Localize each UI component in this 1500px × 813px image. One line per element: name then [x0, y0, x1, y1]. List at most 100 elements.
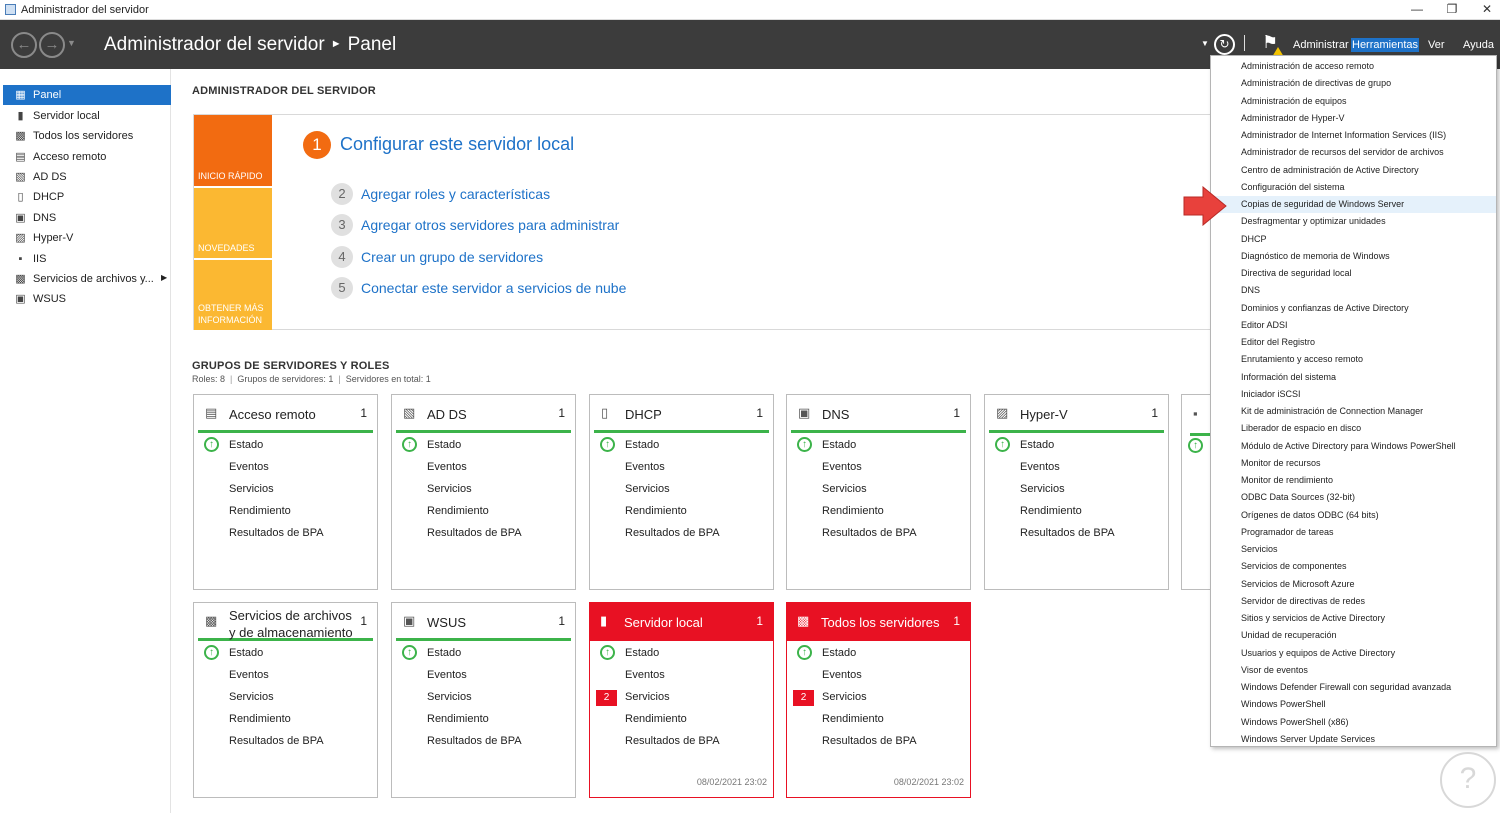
role-card-row-eventos[interactable]: Eventos: [229, 461, 269, 473]
sidebar-item-acceso-remoto[interactable]: ▤ Acceso remoto: [3, 147, 171, 167]
tools-menu-item[interactable]: Orígenes de datos ODBC (64 bits): [1211, 507, 1496, 524]
role-card-row-eventos[interactable]: Eventos: [229, 669, 269, 681]
role-card-row-rendimiento[interactable]: Rendimiento: [229, 713, 291, 725]
role-card-row-servicios[interactable]: Servicios: [625, 483, 670, 495]
role-card[interactable]: ▩ Todos los servidores 1 Estado Eventos Servi…: [786, 602, 971, 798]
menu-herramientas[interactable]: Herramientas: [1351, 38, 1420, 52]
role-card-row-rendimiento[interactable]: Rendimiento: [427, 713, 489, 725]
role-card-row-bpa[interactable]: Resultados de BPA: [822, 527, 917, 539]
refresh-icon[interactable]: ↻: [1214, 34, 1235, 55]
tools-menu-item[interactable]: Windows Server Update Services: [1211, 731, 1496, 748]
tile-inicio-rapido[interactable]: INICIO RÁPIDO: [194, 115, 272, 186]
role-card-row-estado[interactable]: Estado: [229, 439, 263, 451]
role-card-row-estado[interactable]: Estado: [1020, 439, 1054, 451]
role-card[interactable]: ▩ Servicios de archivos y de almacenamien…: [193, 602, 378, 798]
role-card-title[interactable]: Servicios de archivos y de almacenamient…: [229, 607, 359, 641]
role-card-title[interactable]: AD DS: [427, 406, 467, 423]
tools-menu-item[interactable]: Monitor de rendimiento: [1211, 472, 1496, 489]
back-button[interactable]: ←: [11, 32, 37, 58]
tools-menu-item[interactable]: Desfragmentar y optimizar unidades: [1211, 213, 1496, 230]
role-card-title[interactable]: Acceso remoto: [229, 406, 316, 423]
sidebar-item-hyper-v[interactable]: ▨ Hyper-V: [3, 228, 171, 248]
role-card-row-servicios[interactable]: Servicios: [427, 483, 472, 495]
tools-menu-item[interactable]: Administración de directivas de grupo: [1211, 75, 1496, 92]
tools-menu-item[interactable]: Administrador de Internet Information Se…: [1211, 127, 1496, 144]
role-card-header[interactable]: ▣ DNS 1: [791, 399, 966, 433]
role-card-row-estado[interactable]: Estado: [822, 647, 856, 659]
sidebar-item-servicios-archivos[interactable]: ▩ Servicios de archivos y... ▶: [3, 269, 171, 289]
role-card-row-rendimiento[interactable]: Rendimiento: [427, 505, 489, 517]
sidebar-item-wsus[interactable]: ▣ WSUS: [3, 289, 171, 309]
tools-menu-item[interactable]: Unidad de recuperación: [1211, 627, 1496, 644]
tools-menu-item[interactable]: Windows Defender Firewall con seguridad …: [1211, 679, 1496, 696]
role-card-row-servicios[interactable]: Servicios: [229, 691, 274, 703]
tools-menu-item[interactable]: Iniciador iSCSI: [1211, 386, 1496, 403]
tools-menu-item[interactable]: Módulo de Active Directory para Windows …: [1211, 438, 1496, 455]
role-card-row-servicios[interactable]: Servicios: [822, 691, 867, 703]
tools-menu-item[interactable]: Centro de administración de Active Direc…: [1211, 162, 1496, 179]
tools-menu-item[interactable]: Copias de seguridad de Windows Server: [1211, 196, 1496, 213]
tools-menu-item[interactable]: Editor ADSI: [1211, 317, 1496, 334]
tools-menu-item[interactable]: Enrutamiento y acceso remoto: [1211, 351, 1496, 368]
expand-arrow-icon[interactable]: ▶: [161, 273, 167, 282]
role-card[interactable]: ▯ DHCP 1 Estado Eventos Servicios Rendimiento R…: [589, 394, 774, 590]
close-button[interactable]: ✕: [1472, 2, 1500, 18]
role-card-row-bpa[interactable]: Resultados de BPA: [229, 735, 324, 747]
history-dropdown-icon[interactable]: ▼: [67, 38, 76, 48]
sidebar-item-todos-servidores[interactable]: ▩ Todos los servidores: [3, 126, 171, 146]
menu-ver[interactable]: Ver: [1427, 38, 1446, 52]
tools-menu-item[interactable]: Administrador de recursos del servidor d…: [1211, 144, 1496, 161]
role-card-title[interactable]: WSUS: [427, 614, 466, 631]
tools-menu-item[interactable]: Visor de eventos: [1211, 662, 1496, 679]
tools-menu-item[interactable]: Servicios de Microsoft Azure: [1211, 576, 1496, 593]
tools-menu-item[interactable]: ODBC Data Sources (32-bit): [1211, 489, 1496, 506]
forward-button[interactable]: →: [39, 32, 65, 58]
tools-menu-item[interactable]: Administración de equipos: [1211, 93, 1496, 110]
role-card-header[interactable]: ▮ Servidor local 1: [590, 603, 773, 641]
role-card-row-rendimiento[interactable]: Rendimiento: [625, 713, 687, 725]
sidebar-item-dhcp[interactable]: ▯ DHCP: [3, 187, 171, 207]
role-card-row-servicios[interactable]: Servicios: [822, 483, 867, 495]
role-card-row-bpa[interactable]: Resultados de BPA: [427, 527, 522, 539]
role-card[interactable]: ▮ Servidor local 1 Estado Eventos Servicios Re…: [589, 602, 774, 798]
role-card-row-eventos[interactable]: Eventos: [625, 461, 665, 473]
tools-menu-item[interactable]: Programador de tareas: [1211, 524, 1496, 541]
role-card[interactable]: ▤ Acceso remoto 1 Estado Eventos Servicios Ren…: [193, 394, 378, 590]
tools-menu-item[interactable]: DHCP: [1211, 231, 1496, 248]
link-agregar-roles[interactable]: Agregar roles y características: [361, 186, 550, 202]
role-card-row-eventos[interactable]: Eventos: [822, 669, 862, 681]
sidebar-item-dns[interactable]: ▣ DNS: [3, 208, 171, 228]
role-card-row-servicios[interactable]: Servicios: [625, 691, 670, 703]
tile-mas-informacion[interactable]: OBTENER MÁS INFORMACIÓN: [194, 260, 272, 330]
role-card-row-bpa[interactable]: Resultados de BPA: [229, 527, 324, 539]
role-card-row-servicios[interactable]: Servicios: [427, 691, 472, 703]
role-card-header[interactable]: ▣ WSUS 1: [396, 607, 571, 641]
menu-ayuda[interactable]: Ayuda: [1462, 38, 1495, 52]
role-card-row-eventos[interactable]: Eventos: [427, 461, 467, 473]
tools-menu-item[interactable]: DNS: [1211, 282, 1496, 299]
tools-menu-item[interactable]: Editor del Registro: [1211, 334, 1496, 351]
role-card-row-rendimiento[interactable]: Rendimiento: [625, 505, 687, 517]
link-crear-grupo[interactable]: Crear un grupo de servidores: [361, 249, 543, 265]
link-configurar-servidor-local[interactable]: Configurar este servidor local: [340, 134, 574, 155]
role-card-row-bpa[interactable]: Resultados de BPA: [427, 735, 522, 747]
tools-menu-item[interactable]: Diagnóstico de memoria de Windows: [1211, 248, 1496, 265]
role-card-row-eventos[interactable]: Eventos: [625, 669, 665, 681]
role-card-row-estado[interactable]: Estado: [427, 647, 461, 659]
role-card-row-rendimiento[interactable]: Rendimiento: [1020, 505, 1082, 517]
role-card-row-estado[interactable]: Estado: [625, 439, 659, 451]
role-card-row-estado[interactable]: Estado: [822, 439, 856, 451]
role-card-row-eventos[interactable]: Eventos: [1020, 461, 1060, 473]
tools-menu-item[interactable]: Dominios y confianzas de Active Director…: [1211, 300, 1496, 317]
role-card-title[interactable]: DHCP: [625, 406, 662, 423]
tile-novedades[interactable]: NOVEDADES: [194, 188, 272, 258]
role-card-row-eventos[interactable]: Eventos: [822, 461, 862, 473]
tools-menu-item[interactable]: Administración de acceso remoto: [1211, 58, 1496, 75]
role-card-header[interactable]: ▩ Todos los servidores 1: [787, 603, 970, 641]
minimize-button[interactable]: —: [1402, 2, 1432, 18]
tools-menu-item[interactable]: Servicios: [1211, 541, 1496, 558]
link-conectar-nube[interactable]: Conectar este servidor a servicios de nu…: [361, 280, 626, 296]
role-card-row-rendimiento[interactable]: Rendimiento: [822, 713, 884, 725]
role-card-header[interactable]: ▯ DHCP 1: [594, 399, 769, 433]
sidebar-item-ad-ds[interactable]: ▧ AD DS: [3, 167, 171, 187]
